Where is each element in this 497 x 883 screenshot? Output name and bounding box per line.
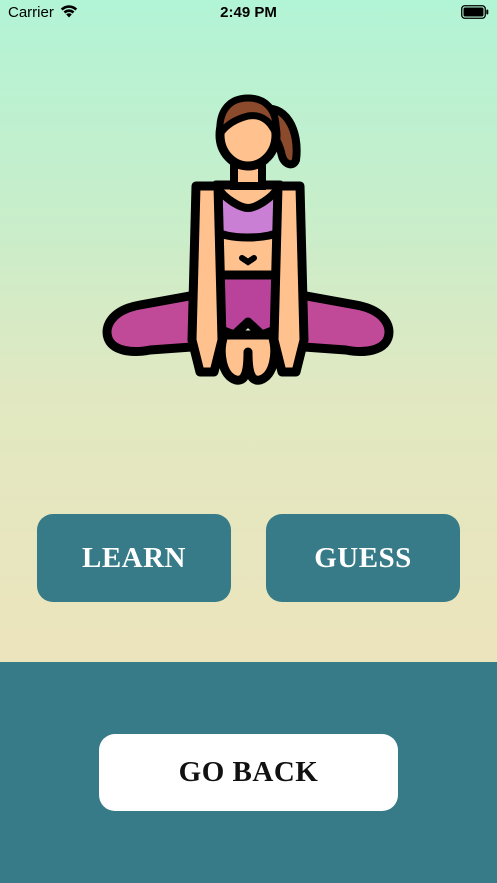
yoga-screen: Carrier 2:49 PM LEARN GUESS GO BACK [0, 0, 497, 883]
guess-button[interactable]: GUESS [266, 514, 460, 602]
battery-icon [461, 5, 489, 19]
status-bar: Carrier 2:49 PM [0, 0, 497, 26]
go-back-button[interactable]: GO BACK [99, 734, 398, 811]
learn-button[interactable]: LEARN [37, 514, 231, 602]
yoga-pose-icon [102, 94, 394, 385]
clock-time: 2:49 PM [220, 4, 277, 21]
